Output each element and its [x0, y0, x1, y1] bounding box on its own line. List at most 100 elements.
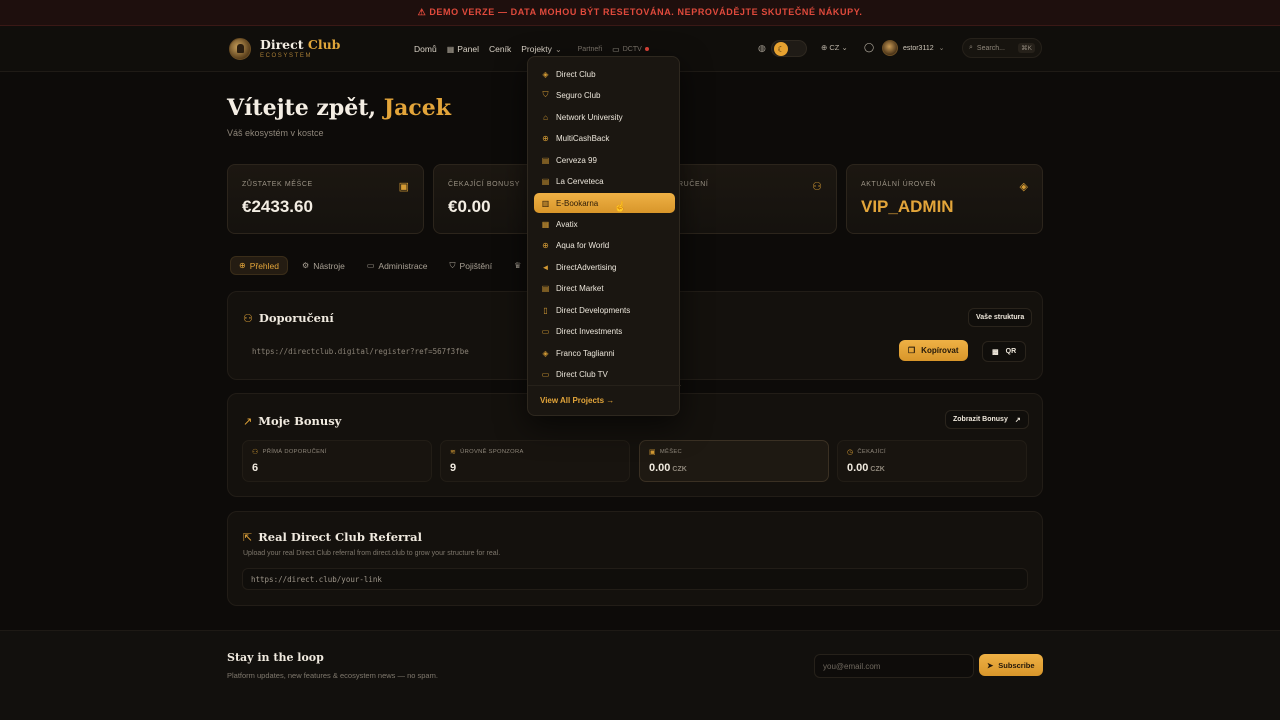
show-bonuses-button[interactable]: Zobrazit Bonusy ↗: [945, 410, 1029, 429]
shield-icon: ⛉: [542, 90, 549, 99]
search-icon: ⌕: [969, 44, 973, 51]
avatar: [882, 40, 898, 56]
pointer-cursor-icon: ☝: [614, 202, 627, 213]
project-item-aqua-for-world[interactable]: ⊕ Aqua for World: [534, 235, 675, 255]
email-field[interactable]: you@email.com: [814, 654, 974, 678]
gear-icon: ⚙: [302, 261, 310, 270]
logo-word-club: Club: [307, 36, 341, 52]
crown-icon: ♛: [514, 261, 522, 270]
project-item-directadvertising[interactable]: ◄ DirectAdvertising: [534, 257, 675, 277]
nav-home[interactable]: Domů: [414, 44, 437, 54]
stat-value: €2433.60: [242, 197, 313, 216]
grid-icon: ▦: [446, 44, 455, 54]
clock-icon: ◷: [847, 449, 854, 456]
real-referral-panel: ⇱ Real Direct Club Referral Upload your r…: [227, 511, 1043, 606]
bonus-card-wallet: ▣ MĚŠEC 0.00 CZK: [639, 440, 829, 482]
live-dot-icon: [644, 47, 649, 51]
stat-card-balance: ZŮSTATEK MĚŠCE €2433.60 ▣: [227, 164, 424, 234]
card-icon: ▭: [366, 261, 375, 270]
tab-administration[interactable]: ▭ Administrace: [359, 256, 436, 275]
referral-link[interactable]: https://directclub.digital/register?ref=…: [252, 347, 469, 356]
footer-subtitle: Platform updates, new features & ecosyst…: [227, 671, 438, 680]
dropdown-divider: [528, 385, 681, 386]
project-item-multicashback[interactable]: ⊕ MultiCashBack: [534, 128, 675, 148]
search-input[interactable]: ⌕ Search... ⌘K: [962, 38, 1042, 58]
footer-title: Stay in the loop: [227, 651, 324, 664]
nav-projects[interactable]: Projekty ⌄: [521, 44, 561, 54]
tab-insurance[interactable]: ⛉ Pojištění: [442, 256, 501, 275]
logo[interactable]: Direct Club ECOSYSTEM: [229, 38, 340, 60]
external-link-icon: ⇱: [243, 530, 253, 544]
copy-button[interactable]: ❐ Kopírovat: [899, 340, 968, 361]
graduation-cap-icon: ⌂: [543, 112, 548, 122]
logo-word-direct: Direct: [260, 36, 304, 52]
copy-icon: ❐: [908, 346, 916, 355]
real-referral-input[interactable]: https://direct.club/your-link: [242, 568, 1028, 590]
palette-icon[interactable]: ◍: [758, 43, 766, 54]
project-item-direct-developments[interactable]: ▯ Direct Developments: [534, 300, 675, 320]
project-item-e-bookarna[interactable]: ▥ E-Bookarna: [534, 193, 675, 213]
project-item-direct-market[interactable]: ▤ Direct Market: [534, 278, 675, 298]
project-item-network-university[interactable]: ⌂ Network University: [534, 107, 675, 127]
moon-icon: ☾: [774, 42, 788, 56]
project-item-franco-taglianni[interactable]: ◈ Franco Taglianni: [534, 343, 675, 363]
structure-button[interactable]: Vaše struktura: [968, 308, 1033, 327]
real-referral-description: Upload your real Direct Club referral fr…: [243, 550, 501, 557]
tv-icon: ▭: [612, 44, 620, 54]
project-item-direct-investments[interactable]: ▭ Direct Investments: [534, 321, 675, 341]
wallet-icon: ▣: [398, 181, 409, 193]
qr-button[interactable]: ▩ QR: [982, 341, 1027, 362]
logo-tagline: ECOSYSTEM: [260, 53, 313, 60]
nav-panel[interactable]: ▦ Panel: [447, 44, 479, 54]
user-menu[interactable]: estor3112 ⌄: [882, 40, 945, 56]
project-item-la-cerveteca[interactable]: ▤ La Cerveteca: [534, 171, 675, 191]
globe-icon: ⊕: [542, 240, 549, 250]
chevron-down-icon: ⌄: [841, 43, 848, 52]
tab-tools[interactable]: ⚙ Nástroje: [294, 256, 353, 275]
project-item-avatix[interactable]: ▦ Avatix: [534, 214, 675, 234]
referral-title: ⚇ Doporučení: [243, 311, 334, 325]
gem-icon: ◈: [542, 348, 549, 358]
stat-label: AKTUÁLNÍ ÚROVEŇ: [861, 181, 937, 188]
language-selector[interactable]: ⊕ CZ ⌄: [821, 43, 848, 52]
beer-icon: ▤: [541, 155, 550, 165]
tab-overview[interactable]: ⊕ Přehled: [230, 256, 289, 275]
theme-toggle[interactable]: ☾: [771, 40, 807, 57]
project-item-direct-club[interactable]: ◈ Direct Club: [534, 64, 675, 84]
megaphone-icon: ◄: [541, 262, 550, 272]
book-icon: ▥: [541, 198, 550, 208]
stat-label: ZŮSTATEK MĚŠCE: [242, 181, 313, 188]
nav-partners[interactable]: Partneři: [578, 46, 603, 53]
demo-warning-banner: ⚠ DEMO VERZE — DATA MOHOU BÝT RESETOVÁNA…: [0, 0, 1280, 26]
trend-up-icon: ↗: [243, 414, 253, 428]
project-item-direct-club-tv[interactable]: ▭ Direct Club TV: [534, 364, 675, 384]
subscribe-button[interactable]: ➤ Subscribe: [979, 654, 1043, 676]
nav-pricing[interactable]: Ceník: [489, 44, 511, 54]
nav-dctv[interactable]: ▭ DCTV: [612, 45, 649, 54]
users-icon: ⚇: [252, 449, 259, 456]
page-title: Vítejte zpět, Jacek: [227, 95, 452, 121]
username: estor3112: [903, 44, 934, 52]
beer-icon: ▤: [541, 176, 550, 186]
qr-icon: ▩: [992, 348, 999, 356]
chat-icon[interactable]: ◯: [864, 42, 874, 53]
film-icon: ▦: [541, 219, 550, 229]
stat-value: VIP_ADMIN: [861, 197, 954, 216]
project-item-cerveza-99[interactable]: ▤ Cerveza 99: [534, 150, 675, 170]
globe-icon: ⊕: [821, 43, 828, 52]
globe-icon: ⊕: [239, 261, 246, 270]
diamond-icon: ◈: [542, 69, 549, 79]
projects-dropdown: ◈ Direct Club ⛉ Seguro Club ⌂ Network Unive…: [527, 56, 681, 416]
user-first-name: Jacek: [383, 95, 452, 121]
project-item-seguro-club[interactable]: ⛉ Seguro Club: [534, 85, 675, 105]
bonuses-title: ↗ Moje Bonusy: [243, 414, 342, 428]
layers-icon: ≋: [450, 449, 457, 456]
bonus-card-sponsor-levels: ≋ ÚROVNĚ SPONZORA 9: [440, 440, 630, 482]
page-subtitle: Váš ekosystém v kostce: [227, 128, 324, 138]
view-all-projects-link[interactable]: View All Projects →: [540, 396, 614, 405]
section-tabs: ⊕ Přehled ⚙ Nástroje ▭ Administrace ⛉ Pojišt…: [230, 256, 539, 275]
stat-card-level: AKTUÁLNÍ ÚROVEŇ VIP_ADMIN ◈: [846, 164, 1043, 234]
shield-icon: ⛉: [449, 260, 456, 270]
newsletter-footer: Stay in the loop Platform updates, new f…: [0, 630, 1280, 720]
banner-text: ⚠ DEMO VERZE — DATA MOHOU BÝT RESETOVÁNA…: [417, 7, 863, 17]
